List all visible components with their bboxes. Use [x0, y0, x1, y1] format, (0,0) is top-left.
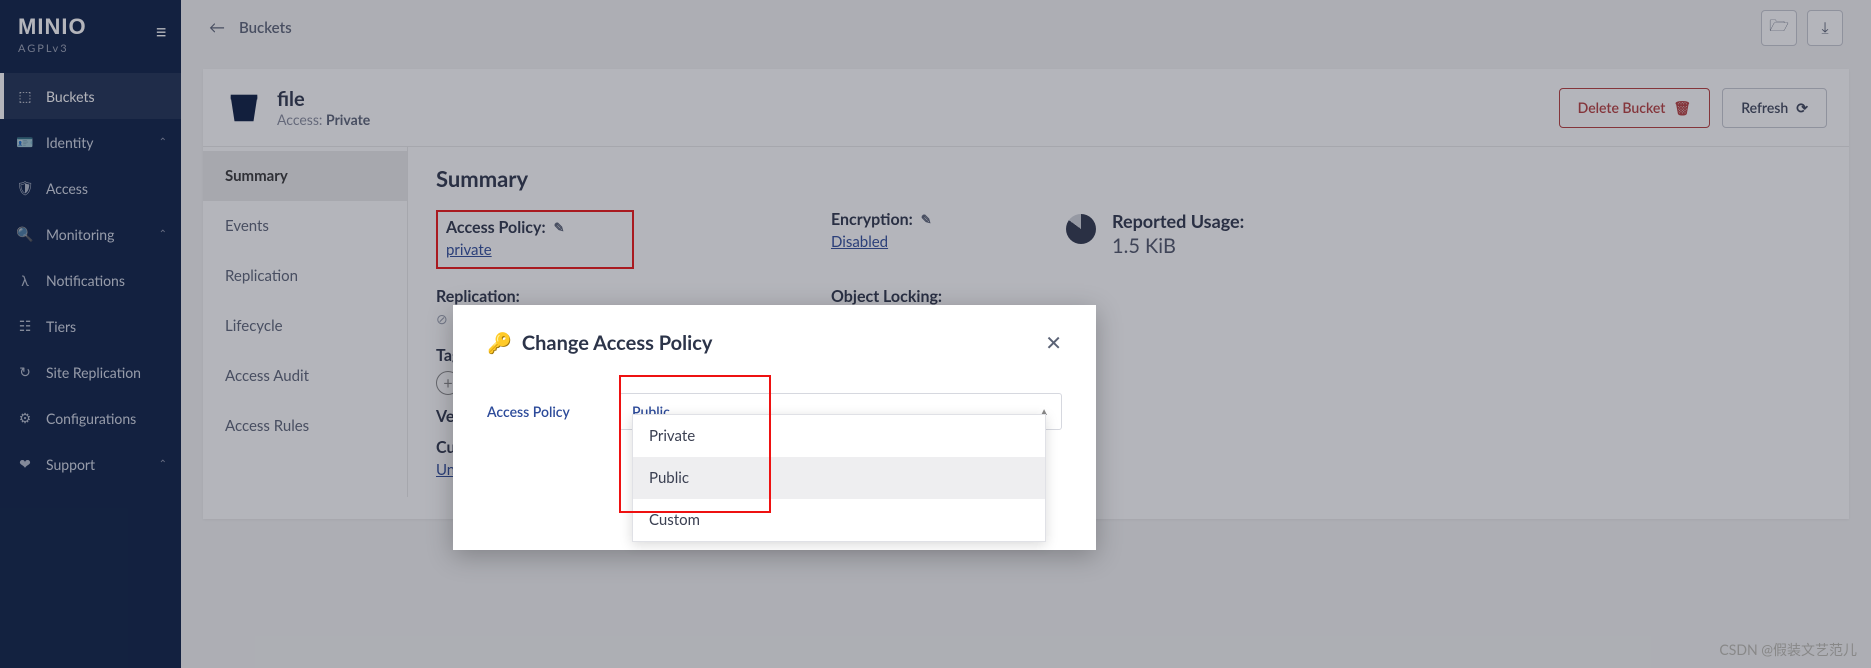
option-public[interactable]: Public: [633, 457, 1045, 499]
key-icon: 🔑: [487, 331, 512, 355]
option-private[interactable]: Private: [633, 415, 1045, 457]
option-custom[interactable]: Custom: [633, 499, 1045, 541]
modal-title: 🔑 Change Access Policy: [487, 331, 712, 355]
watermark: CSDN @假装文艺范儿: [1719, 640, 1857, 660]
access-policy-field-label: Access Policy: [487, 403, 619, 420]
access-policy-dropdown: Private Public Custom: [632, 414, 1046, 542]
close-icon[interactable]: ✕: [1045, 331, 1062, 355]
